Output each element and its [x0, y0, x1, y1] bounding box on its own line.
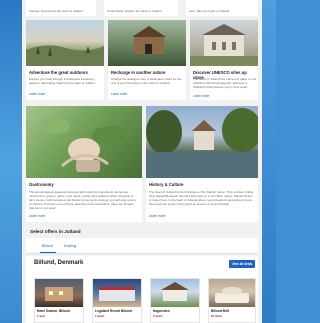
outdoors-title: Adventure the great outdoors: [29, 70, 88, 75]
background-right: [262, 0, 276, 323]
top-card-1-text: Fantasy. Experience the heart of Jutland: [29, 9, 83, 13]
hotel-2-image: [93, 279, 141, 307]
recharge-link[interactable]: Learn more: [111, 92, 127, 96]
hotel-2-deals: 2 deals: [95, 314, 105, 318]
unesco-body: The heart of Jutland has carried its pla…: [193, 77, 257, 89]
hotel-3-deals: 2 deals: [153, 314, 163, 318]
outdoors-image: [26, 20, 104, 66]
page-content: Fantasy. Experience the heart of Jutland…: [22, 0, 262, 323]
hotel-card-2[interactable]: Legoland Resort Billund 2 deals: [92, 278, 142, 323]
hotel-2-name: Legoland Resort Billund: [95, 309, 132, 313]
view-all-deals-button[interactable]: View all deals: [229, 260, 255, 268]
hotel-1-name: Hotel Svanen, Billund: [37, 309, 70, 313]
recharge-body: Change the analogue way. A destination r…: [111, 77, 182, 85]
hotel-card-1[interactable]: Hotel Svanen, Billund 1 deal: [34, 278, 84, 323]
tab-kolding[interactable]: Kolding: [64, 244, 76, 248]
recharge-image: [108, 20, 186, 66]
gastronomy-image: [26, 106, 142, 178]
background-left: [0, 0, 22, 323]
tab-billund[interactable]: Billund: [42, 244, 53, 248]
hotel-card-3[interactable]: Kaguerden 2 deals: [150, 278, 200, 323]
offers-section-title: Select offers in Jutland: [30, 229, 81, 234]
hotel-1-deals: 1 deal: [37, 314, 45, 318]
hotel-4-deals: 24 deals: [211, 314, 223, 318]
card-unesco[interactable]: Discover UNESCO sites up close The heart…: [190, 20, 258, 100]
card-gastronomy[interactable]: Gastronomy The almost always seasonal di…: [26, 106, 142, 222]
recharge-title: Recharge in another nature: [111, 70, 166, 75]
hotel-3-image: [151, 279, 199, 307]
card-outdoors[interactable]: Adventure the great outdoors Explore you…: [26, 20, 104, 100]
unesco-image: [190, 20, 258, 66]
hotel-4-name: Billund Brilt: [211, 309, 230, 313]
gastronomy-title: Gastronomy: [29, 182, 54, 187]
history-body: The heart of Jutland is the birthplace o…: [149, 190, 254, 206]
hotel-3-name: Kaguerden: [153, 309, 170, 313]
hotel-1-image: [35, 279, 83, 307]
top-card-2: Understatus. Explore the heart of Jutlan…: [104, 0, 178, 16]
top-card-3: pool. Take the heart of Jutland: [186, 0, 258, 16]
hotel-4-image: [209, 279, 255, 307]
card-history[interactable]: History & Culture The heart of Jutland i…: [146, 106, 258, 222]
outdoors-link[interactable]: Learn more: [29, 92, 45, 96]
top-card-1: Fantasy. Experience the heart of Jutland: [26, 0, 96, 16]
offers-location: Billund, Denmark: [34, 260, 84, 266]
outdoors-body: Explore your way through a landscape sha…: [29, 77, 96, 85]
hotel-card-4[interactable]: Billund Brilt 24 deals: [208, 278, 256, 323]
gastronomy-body: The almost always seasonal diversity wit…: [29, 190, 137, 210]
gastronomy-link[interactable]: Learn more: [29, 214, 45, 218]
unesco-link[interactable]: Learn more: [193, 94, 209, 98]
history-link[interactable]: Learn more: [149, 214, 165, 218]
offers-tabs: Billund Kolding: [26, 238, 258, 254]
tab-active-indicator: [40, 252, 56, 253]
top-card-2-text: Understatus. Explore the heart of Jutlan…: [107, 9, 162, 13]
history-title: History & Culture: [149, 182, 184, 187]
history-image: [146, 106, 258, 178]
card-recharge[interactable]: Recharge in another nature Change the an…: [108, 20, 186, 100]
top-card-3-text: pool. Take the heart of Jutland: [189, 9, 230, 13]
offers-panel: Billund, Denmark View all deals Hotel Sv…: [26, 256, 258, 323]
